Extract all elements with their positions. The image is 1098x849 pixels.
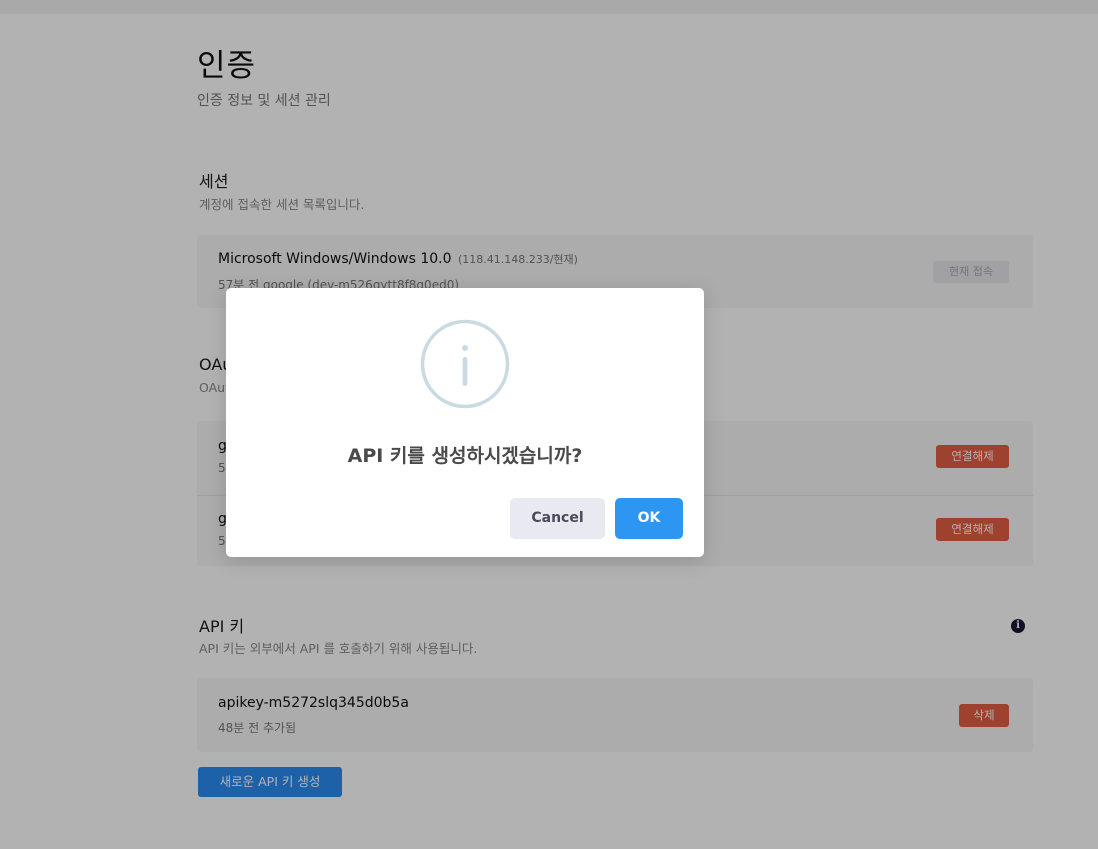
dialog-message: API 키를 생성하시겠습니까?: [347, 445, 583, 467]
info-circle-icon: [420, 319, 510, 409]
confirm-dialog: API 키를 생성하시겠습니까? Cancel OK: [226, 288, 704, 557]
cancel-button[interactable]: Cancel: [510, 498, 605, 539]
ok-button[interactable]: OK: [615, 498, 683, 539]
